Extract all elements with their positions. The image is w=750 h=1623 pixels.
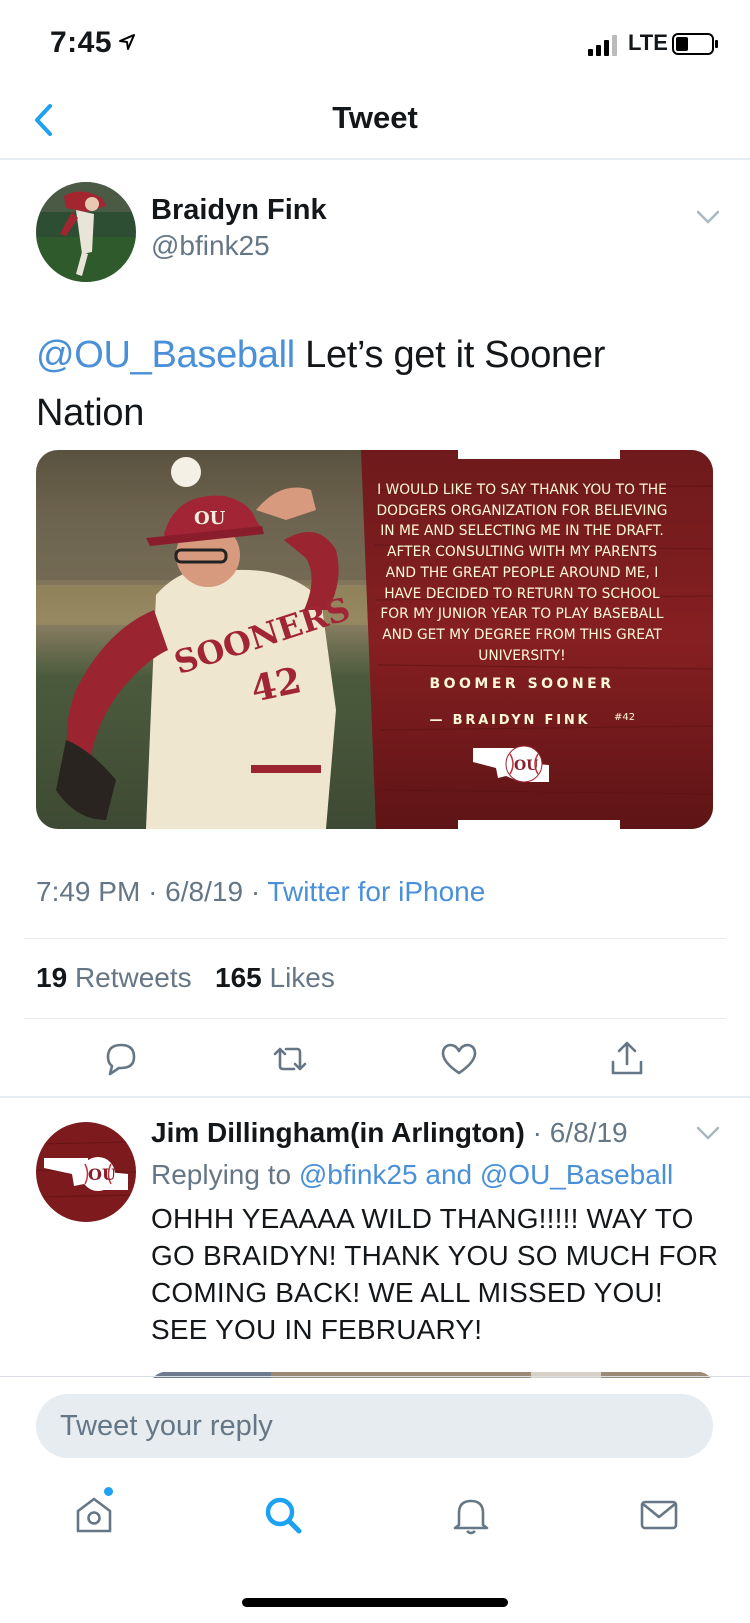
- author-avatar[interactable]: [36, 182, 136, 282]
- replying-to-mentions[interactable]: @bfink25 and @OU_Baseball: [299, 1159, 673, 1190]
- reply-author-avatar[interactable]: OU: [36, 1122, 136, 1222]
- reply-icon[interactable]: [98, 1036, 144, 1082]
- location-arrow-icon: [119, 34, 135, 50]
- reply-text: OHHH YEAAAA WILD THANG!!!!! WAY TO GO BR…: [151, 1203, 719, 1345]
- tweet-date: 6/8/19: [165, 876, 244, 907]
- reply-author-name[interactable]: Jim Dillingham(in Arlington): [151, 1117, 525, 1148]
- reply-header: Jim Dillingham(in Arlington) · 6/8/19: [151, 1117, 628, 1149]
- replying-to-line: Replying to @bfink25 and @OU_Baseball: [151, 1159, 673, 1191]
- messages-icon[interactable]: [637, 1493, 681, 1537]
- author-handle[interactable]: @bfink25: [151, 230, 270, 262]
- tweet-time: 7:49 PM: [36, 876, 141, 907]
- image-statement-text: I WOULD LIKE TO SAY THANK YOU TO THE DOD…: [376, 482, 668, 664]
- status-time: 7:45: [50, 26, 113, 59]
- tweet-meta: 7:49 PM · 6/8/19 · Twitter for iPhone: [36, 876, 485, 908]
- notifications-icon[interactable]: [449, 1493, 493, 1537]
- tweet-media-image[interactable]: SOONERS 42 OU I WOULD LIKE TO SAY THANK …: [36, 450, 713, 829]
- likes-stat[interactable]: 165 Likes: [215, 962, 335, 993]
- like-icon[interactable]: [436, 1036, 482, 1082]
- engagement-counts: 19 Retweets 165 Likes: [36, 962, 335, 994]
- retweets-label: Retweets: [74, 962, 192, 993]
- home-indicator: [242, 1598, 508, 1607]
- reply-avatar-logo-text: OU: [88, 1165, 116, 1184]
- meta-separator: ·: [250, 876, 261, 907]
- image-signature-number: #42: [614, 712, 635, 723]
- likes-count: 165: [215, 962, 262, 993]
- tweet-mention-link[interactable]: @OU_Baseball: [36, 334, 295, 376]
- reply-separator: ·: [532, 1117, 542, 1148]
- meta-separator: ·: [148, 876, 158, 907]
- counts-divider: [24, 1018, 726, 1019]
- reply-avatar-graphic: OU: [36, 1122, 136, 1222]
- search-icon[interactable]: [261, 1493, 305, 1537]
- reply-date: 6/8/19: [549, 1117, 628, 1148]
- share-icon[interactable]: [604, 1036, 650, 1082]
- home-icon[interactable]: [72, 1493, 116, 1537]
- cap-logo: OU: [194, 508, 226, 529]
- home-notification-dot: [104, 1487, 113, 1496]
- author-name[interactable]: Braidyn Fink: [151, 194, 327, 227]
- battery-icon: [672, 33, 718, 55]
- retweets-stat[interactable]: 19 Retweets: [36, 962, 192, 993]
- image-closing-text: BOOMER SOONER: [429, 676, 614, 692]
- retweet-icon[interactable]: [267, 1036, 313, 1082]
- tweet-text: @OU_Baseball Let’s get it Sooner Nation: [36, 326, 716, 442]
- reply-options-chevron-icon[interactable]: [695, 1124, 721, 1142]
- likes-label: Likes: [269, 962, 335, 993]
- tweet-source-link[interactable]: Twitter for iPhone: [267, 876, 485, 907]
- retweets-count: 19: [36, 962, 68, 993]
- meta-divider: [24, 938, 726, 939]
- nav-divider: [0, 158, 750, 160]
- carrier-label: LTE: [628, 30, 668, 55]
- compose-divider: [0, 1376, 750, 1377]
- replying-to-label: Replying to: [151, 1159, 292, 1190]
- actions-divider: [0, 1096, 750, 1098]
- page-title: Tweet: [332, 100, 418, 135]
- signal-icon: [588, 35, 617, 56]
- tweet-options-chevron-icon[interactable]: [695, 208, 721, 226]
- image-signature-text: — BRAIDYN FINK: [430, 713, 591, 728]
- reply-compose-input[interactable]: [36, 1394, 713, 1458]
- author-avatar-photo: [36, 182, 136, 282]
- tweet-media-graphic: SOONERS 42 OU I WOULD LIKE TO SAY THANK …: [36, 450, 713, 829]
- image-ou-logo-text: OU: [514, 758, 538, 774]
